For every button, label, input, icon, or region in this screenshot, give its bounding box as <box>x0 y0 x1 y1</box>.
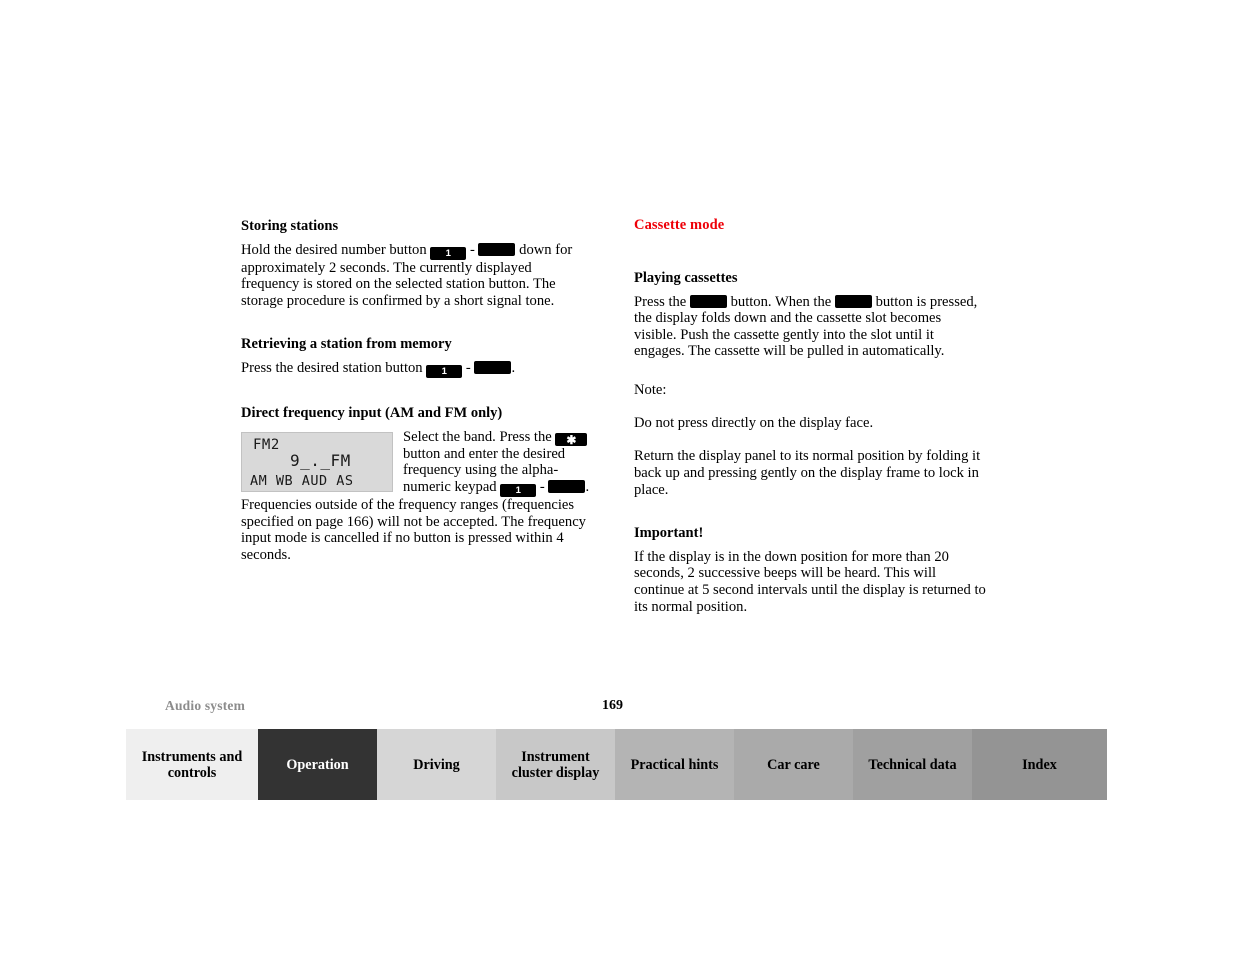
playing-text-1: Press the <box>634 293 687 310</box>
chapter-tab-label: Car care <box>767 756 820 773</box>
left-column: Storing stations Hold the desired number… <box>241 218 593 563</box>
retrieving-dash: - <box>465 360 471 377</box>
direct-input-block: FM2 9_._FM AM WB AUD AS Select the band.… <box>241 429 593 564</box>
playing-text-2: button. When the <box>730 293 832 310</box>
chapter-tab-index[interactable]: Index <box>972 729 1107 800</box>
heading-important: Important! <box>634 525 704 542</box>
chapter-tab-car-care[interactable]: Car care <box>734 729 853 800</box>
chapter-tab-label: Instrument cluster display <box>511 748 600 781</box>
note-line-1: Do not press directly on the display fac… <box>634 415 874 432</box>
key-button-1[interactable]: 1 <box>426 365 463 379</box>
chapter-tab-label: Instruments and controls <box>141 748 243 781</box>
retrieving-text-1: Press the desired station button <box>241 360 423 377</box>
page-number: 169 <box>602 698 623 713</box>
radio-display-figure: FM2 9_._FM AM WB AUD AS <box>241 431 393 492</box>
heading-retrieving-station: Retrieving a station from memory <box>241 336 452 353</box>
direct-input-dash: - <box>539 478 545 495</box>
key-button-asterisk[interactable]: ✱ <box>555 432 588 446</box>
chapter-tab-instrument-cluster-display[interactable]: Instrument cluster display <box>496 729 615 800</box>
key-button-blank[interactable] <box>474 361 512 375</box>
key-button-1[interactable]: 1 <box>430 246 467 260</box>
heading-storing-stations: Storing stations <box>241 218 339 234</box>
retrieving-text-2: . <box>511 360 516 377</box>
chapter-tab-strip[interactable]: Instruments and controls Operation Driving… <box>126 729 1107 800</box>
paragraph-retrieving-station: Press the desired station button 1 - . <box>241 360 593 379</box>
radio-lcd-display: FM2 9_._FM AM WB AUD AS <box>241 431 393 492</box>
chapter-tab-label: Operation <box>286 756 349 773</box>
chapter-tab-label: Practical hints <box>630 756 719 773</box>
key-button-1[interactable]: 1 <box>500 483 537 497</box>
storing-text-1: Hold the desired number button <box>241 241 427 258</box>
manual-page: Storing stations Hold the desired number… <box>0 0 1235 954</box>
paragraph-important: If the display is in the down position f… <box>634 548 986 615</box>
heading-playing-cassettes: Playing cassettes <box>634 269 738 286</box>
chapter-tab-driving[interactable]: Driving <box>377 729 496 800</box>
note-label: Note: <box>634 381 667 398</box>
chapter-tab-label: Technical data <box>868 756 957 773</box>
key-button-blank[interactable] <box>548 479 586 493</box>
chapter-tab-label: Driving <box>413 756 460 773</box>
storing-dash: - <box>469 241 475 258</box>
right-column: Cassette mode Playing cassettes Press th… <box>634 217 986 615</box>
chapter-tab-technical-data[interactable]: Technical data <box>853 729 972 800</box>
key-button-blank[interactable] <box>478 242 516 256</box>
running-head-label: Audio system <box>165 698 246 713</box>
direct-input-text-1: Select the band. Press the <box>403 428 552 445</box>
section-title-cassette-mode: Cassette mode <box>634 217 725 233</box>
running-head: Audio system 169 <box>165 698 1107 716</box>
key-button-blank[interactable] <box>689 294 727 308</box>
lcd-band-label: FM2 <box>253 436 280 453</box>
key-button-blank[interactable] <box>834 294 872 308</box>
chapter-tab-practical-hints[interactable]: Practical hints <box>615 729 734 800</box>
paragraph-storing-stations: Hold the desired number button 1 - down … <box>241 242 593 310</box>
chapter-tab-label: Index <box>1022 756 1057 773</box>
lcd-mode-indicators: AM WB AUD AS <box>250 472 354 489</box>
heading-direct-frequency-input: Direct frequency input (AM and FM only) <box>241 405 503 422</box>
lcd-frequency-value: 9_._FM <box>290 450 351 470</box>
paragraph-playing-cassettes: Press the button. When the button is pre… <box>634 294 986 360</box>
chapter-tab-operation[interactable]: Operation <box>258 729 377 800</box>
note-line-2: Return the display panel to its normal p… <box>634 448 981 498</box>
chapter-tab-instruments-and-controls[interactable]: Instruments and controls <box>126 729 258 800</box>
